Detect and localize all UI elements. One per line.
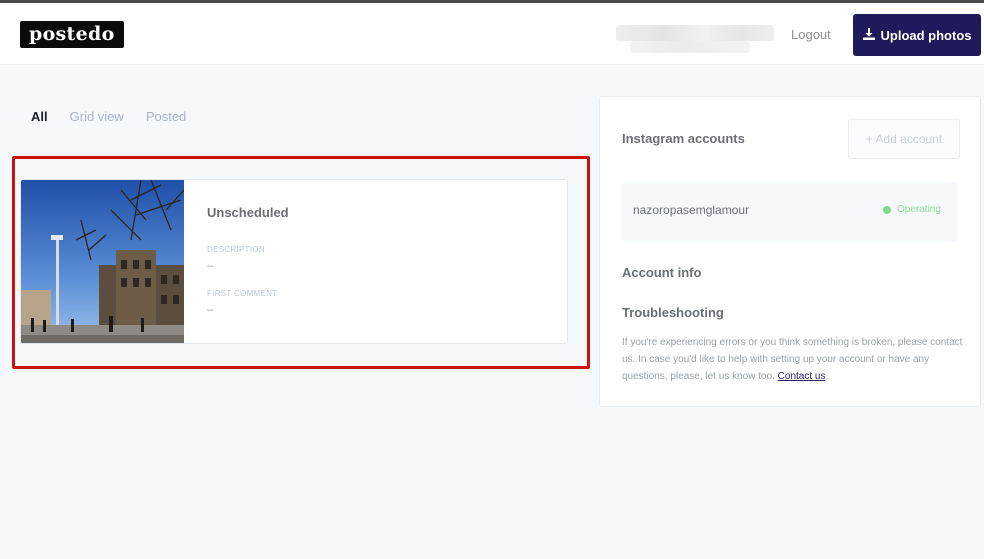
description-label: DESCRIPTION bbox=[207, 245, 265, 254]
troubleshooting-heading: Troubleshooting bbox=[622, 305, 724, 320]
post-thumbnail bbox=[21, 180, 184, 343]
first-comment-value: – bbox=[207, 304, 214, 316]
help-text: If you're experiencing errors or you thi… bbox=[622, 334, 967, 385]
status-dot-icon bbox=[883, 206, 891, 214]
sidebar-panel: Instagram accounts + Add account nazorop… bbox=[599, 96, 981, 407]
postedo-logo[interactable]: postedo bbox=[20, 21, 124, 48]
account-info-link[interactable]: Account info bbox=[622, 265, 701, 280]
account-row[interactable]: nazoropasemglamour Operating bbox=[622, 182, 958, 242]
tab-all[interactable]: All bbox=[31, 109, 48, 124]
account-status: Operating bbox=[897, 204, 941, 215]
description-value: – bbox=[207, 260, 214, 272]
upload-photos-label: Upload photos bbox=[880, 27, 972, 43]
tab-posted[interactable]: Posted bbox=[146, 109, 186, 124]
tab-grid-view[interactable]: Grid view bbox=[70, 109, 124, 124]
upload-photos-button[interactable]: Upload photos bbox=[853, 14, 981, 56]
app-header: postedo Logout Upload photos bbox=[0, 3, 984, 65]
contact-us-link[interactable]: Contact us bbox=[778, 371, 826, 382]
download-arrow-icon bbox=[862, 27, 875, 43]
blurred-username bbox=[616, 25, 774, 41]
view-tabs: All Grid view Posted bbox=[31, 109, 208, 124]
account-name: nazoropasemglamour bbox=[633, 203, 750, 217]
help-text-period: . bbox=[825, 371, 829, 382]
instagram-accounts-heading: Instagram accounts bbox=[622, 131, 745, 146]
post-status: Unscheduled bbox=[207, 205, 289, 220]
blurred-username-shadow bbox=[630, 41, 750, 53]
add-account-button[interactable]: + Add account bbox=[848, 119, 960, 159]
post-card[interactable]: Unscheduled DESCRIPTION – FIRST COMMENT … bbox=[20, 179, 568, 344]
first-comment-label: FIRST COMMENT bbox=[207, 289, 278, 298]
logout-link[interactable]: Logout bbox=[791, 27, 831, 42]
